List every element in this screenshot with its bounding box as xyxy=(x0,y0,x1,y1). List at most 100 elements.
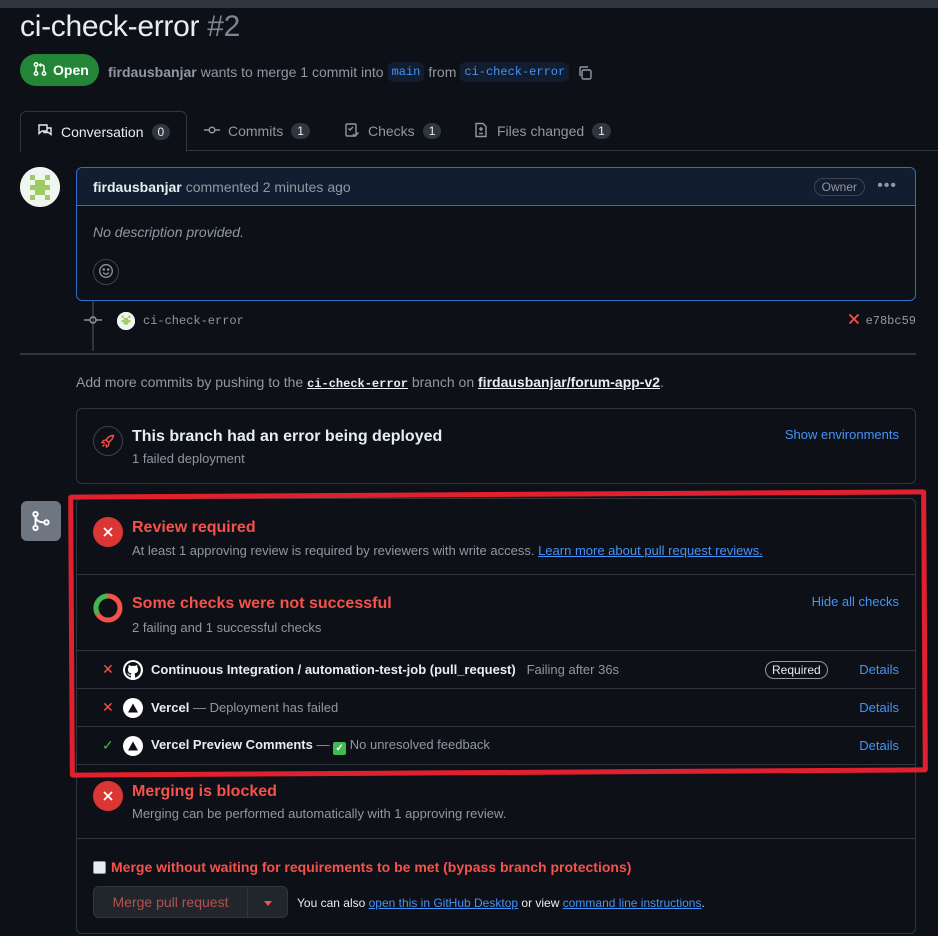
pr-title-text: ci-check-error xyxy=(20,10,200,43)
details-link[interactable]: Details xyxy=(859,662,899,677)
tab-conversation[interactable]: Conversation 0 xyxy=(20,111,187,152)
copy-icon[interactable] xyxy=(577,65,592,80)
repo-link[interactable]: firdausbanjar/forum-app-v2 xyxy=(478,374,660,390)
push-hint: Add more commits by pushing to the ci-ch… xyxy=(76,374,664,391)
merging-blocked-title: Merging is blocked xyxy=(132,783,277,800)
tab-counter: 1 xyxy=(592,123,611,139)
pull-request-icon xyxy=(32,61,48,80)
review-required-subtitle: At least 1 approving review is required … xyxy=(132,543,763,558)
bypass-label-text: Merge without waiting for requirements t… xyxy=(111,859,632,875)
tab-label: Conversation xyxy=(61,123,144,140)
tab-label: Commits xyxy=(228,123,284,139)
comment-timestamp[interactable]: commented 2 minutes ago xyxy=(186,179,351,195)
hint-prefix: Add more commits by pushing to the xyxy=(76,374,304,390)
git-commit-icon xyxy=(84,312,102,331)
check-desc: No unresolved feedback xyxy=(349,736,490,752)
merge-pull-request-button[interactable]: Merge pull request xyxy=(94,887,248,917)
check-name-text: Continuous Integration / automation-test… xyxy=(151,662,516,677)
checklist-icon xyxy=(344,122,360,141)
check-row-vercel: ✕ Vercel — Deployment has failed Details xyxy=(77,688,915,726)
check-row-ci: ✕ Continuous Integration / automation-te… xyxy=(77,650,915,688)
x-circle-icon xyxy=(93,781,123,811)
vercel-logo-icon xyxy=(123,735,143,756)
commit-sha[interactable]: e78bc59 xyxy=(866,314,916,328)
merge-options-button[interactable] xyxy=(248,887,287,917)
merge-text: wants to merge 1 commit into xyxy=(200,64,384,80)
merging-blocked-subtitle: Merging can be performed automatically w… xyxy=(132,806,507,821)
note-prefix: You can also xyxy=(297,896,366,910)
tab-label: Files changed xyxy=(497,123,585,139)
git-commit-icon xyxy=(204,122,220,141)
pr-tabs: Conversation 0 Commits 1 Checks 1 Files … xyxy=(20,111,938,152)
tab-files-changed[interactable]: Files changed 1 xyxy=(473,111,611,151)
x-icon[interactable] xyxy=(848,313,860,329)
commit-message[interactable]: ci-check-error xyxy=(143,314,244,328)
kebab-menu-icon[interactable]: ••• xyxy=(877,177,897,195)
comment-header: firdausbanjar commented 2 minutes ago Ow… xyxy=(77,168,915,206)
comment-body: No description provided. xyxy=(93,224,244,240)
from-text: from xyxy=(428,64,457,80)
avatar[interactable] xyxy=(117,312,135,330)
top-bar xyxy=(0,0,938,8)
deployment-box: This branch had an error being deployed … xyxy=(76,408,916,484)
check-name: Vercel Preview Comments — ✓ No unresolve… xyxy=(151,737,490,755)
bypass-checkbox-label[interactable]: Merge without waiting for requirements t… xyxy=(93,859,631,875)
commit-row: ci-check-error e78bc59 xyxy=(84,310,916,332)
check-name-text: Vercel xyxy=(151,700,190,715)
check-desc: Failing after 36s xyxy=(526,662,620,677)
check-name: Vercel — Deployment has failed xyxy=(151,700,338,715)
checks-subtitle: 2 failing and 1 successful checks xyxy=(132,620,322,635)
merging-blocked-section: Merging is blocked Merging can be perfor… xyxy=(77,764,915,839)
show-environments-link[interactable]: Show environments xyxy=(785,427,899,442)
github-logo-icon xyxy=(123,659,143,680)
check-desc: — Deployment has failed xyxy=(192,700,339,715)
deployment-subtitle: 1 failed deployment xyxy=(132,451,245,466)
pr-meta: firdausbanjar wants to merge 1 commit in… xyxy=(108,62,592,82)
merge-button-group: Merge pull request xyxy=(93,886,288,918)
pr-description-comment: firdausbanjar commented 2 minutes ago Ow… xyxy=(76,167,916,301)
note-suffix: . xyxy=(701,896,705,910)
check-name-text: Vercel Preview Comments xyxy=(151,736,313,752)
learn-more-link[interactable]: Learn more about pull request reviews. xyxy=(538,543,763,558)
command-line-link[interactable]: command line instructions xyxy=(563,896,702,910)
check-icon: ✓ xyxy=(102,737,114,753)
hint-branch[interactable]: ci-check-error xyxy=(307,377,408,391)
deployment-title: This branch had an error being deployed xyxy=(132,428,443,445)
tab-counter: 0 xyxy=(151,123,171,140)
bypass-checkbox[interactable] xyxy=(93,860,106,874)
review-required-title: Review required xyxy=(132,519,256,536)
hide-all-checks-link[interactable]: Hide all checks xyxy=(812,594,899,609)
owner-badge: Owner xyxy=(813,178,865,196)
x-icon: ✕ xyxy=(102,661,114,677)
comment-author[interactable]: firdausbanjar xyxy=(93,179,182,195)
avatar[interactable] xyxy=(20,167,60,207)
hint-suffix: . xyxy=(660,374,664,390)
checkmark-box-icon: ✓ xyxy=(333,741,347,755)
rocket-icon xyxy=(93,426,123,456)
review-subtitle-text: At least 1 approving review is required … xyxy=(132,543,535,558)
x-circle-icon xyxy=(93,517,123,547)
smiley-icon xyxy=(98,263,114,282)
github-desktop-link[interactable]: open this in GitHub Desktop xyxy=(369,896,518,910)
details-link[interactable]: Details xyxy=(859,738,899,753)
merge-note: You can also open this in GitHub Desktop… xyxy=(297,896,705,910)
tab-counter: 1 xyxy=(422,123,442,139)
divider xyxy=(20,353,916,355)
details-link[interactable]: Details xyxy=(859,700,899,715)
review-required-section: Review required At least 1 approving rev… xyxy=(77,499,915,575)
add-reaction-button[interactable] xyxy=(93,259,119,285)
page-title: ci-check-error #2 xyxy=(20,10,240,44)
base-branch[interactable]: main xyxy=(387,62,425,82)
vercel-logo-icon xyxy=(123,697,143,718)
tab-commits[interactable]: Commits 1 xyxy=(204,111,310,151)
checks-section: Some checks were not successful 2 failin… xyxy=(77,575,915,651)
check-sep: — xyxy=(316,736,330,752)
head-branch[interactable]: ci-check-error xyxy=(460,62,570,82)
comment-discussion-icon xyxy=(37,122,53,141)
author-link[interactable]: firdausbanjar xyxy=(108,64,197,80)
checks-donut-icon xyxy=(93,593,123,623)
status-badge: Open xyxy=(20,54,99,86)
tab-label: Checks xyxy=(368,123,415,139)
tab-checks[interactable]: Checks 1 xyxy=(344,111,442,151)
x-icon: ✕ xyxy=(102,699,114,715)
